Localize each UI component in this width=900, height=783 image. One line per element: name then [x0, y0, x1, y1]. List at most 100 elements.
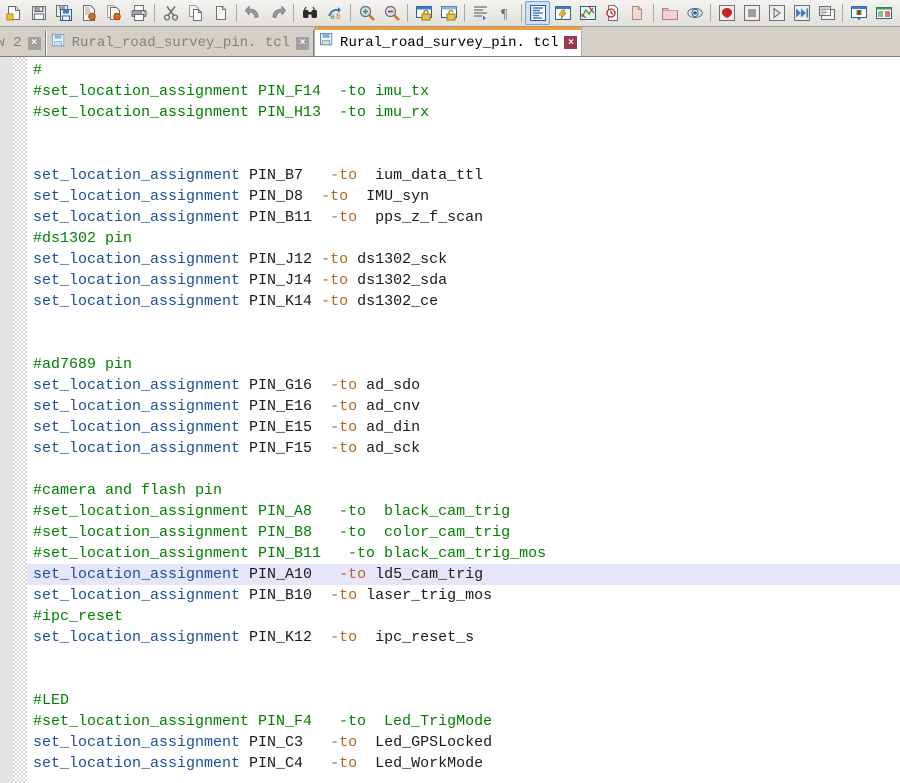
code-line[interactable]: set_location_assignment PIN_C3 -to Led_G…: [0, 732, 900, 753]
code-comment: #: [33, 62, 43, 79]
toolbar-indent-icon[interactable]: [468, 1, 493, 25]
toolbar-folder-icon[interactable]: [657, 1, 682, 25]
toolbar-open-page-icon[interactable]: [76, 1, 101, 25]
toolbar-save-all-icon[interactable]: [51, 1, 76, 25]
editor-tab[interactable]: ew 2 ×: [0, 30, 46, 56]
code-operator: -to: [321, 188, 358, 205]
code-signal: ium_data_ttl: [366, 167, 484, 184]
toolbar-outline-view-icon[interactable]: [525, 1, 550, 25]
code-pin: PIN_K12: [240, 629, 331, 646]
code-line[interactable]: #ad7689 pin: [0, 354, 900, 375]
code-line-blank[interactable]: [0, 669, 900, 690]
toolbar-undo-icon[interactable]: [240, 1, 265, 25]
report-icon: [630, 5, 646, 21]
code-comment: #set_location_assignment PIN_A8 -to blac…: [33, 503, 511, 520]
code-operator: -to: [330, 209, 367, 226]
code-line[interactable]: #set_location_assignment PIN_B8 -to colo…: [0, 522, 900, 543]
toolbar-fast-forward-icon[interactable]: [789, 1, 814, 25]
code-keyword: set_location_assignment: [33, 629, 241, 646]
close-icon[interactable]: ×: [27, 36, 41, 50]
toolbar-rtl-viewer-icon[interactable]: [682, 1, 707, 25]
toolbar-cut-icon[interactable]: [158, 1, 183, 25]
code-line[interactable]: set_location_assignment PIN_J14 -to ds13…: [0, 270, 900, 291]
code-operator: -to: [321, 755, 367, 772]
toolbar-stop-icon[interactable]: [739, 1, 764, 25]
code-line[interactable]: set_location_assignment PIN_E16 -to ad_c…: [0, 396, 900, 417]
code-line[interactable]: #set_location_assignment PIN_F14 -to imu…: [0, 81, 900, 102]
code-line-blank[interactable]: [0, 144, 900, 165]
stop-icon: [743, 5, 760, 21]
code-line-blank[interactable]: [0, 459, 900, 480]
text-editor[interactable]: # #set_location_assignment PIN_F14 -to im…: [0, 56, 900, 783]
toolbar-paragraph-marks-icon[interactable]: ¶: [493, 1, 518, 25]
code-line[interactable]: #set_location_assignment PIN_A8 -to blac…: [0, 501, 900, 522]
code-line[interactable]: set_location_assignment PIN_D8 -to IMU_s…: [0, 186, 900, 207]
new-file-icon: [6, 5, 22, 21]
toolbar-find-replace-icon[interactable]: ab: [322, 1, 347, 25]
toolbar-save-icon[interactable]: [26, 1, 51, 25]
toolbar-pin-planner-icon[interactable]: [846, 1, 871, 25]
code-line[interactable]: set_location_assignment PIN_J12 -to ds13…: [0, 249, 900, 270]
toolbar-report-icon[interactable]: [625, 1, 650, 25]
toolbar-unlock-pane-icon[interactable]: [436, 1, 461, 25]
editor-tab-active[interactable]: Rural_road_survey_pin. tcl ×: [314, 27, 583, 56]
code-content[interactable]: # #set_location_assignment PIN_F14 -to im…: [0, 57, 900, 774]
code-line[interactable]: #camera and flash pin: [0, 480, 900, 501]
code-line[interactable]: #ipc_reset: [0, 606, 900, 627]
code-signal: ad_din: [366, 419, 421, 436]
close-icon[interactable]: ×: [564, 36, 578, 49]
code-line[interactable]: set_location_assignment PIN_B11 -to pps_…: [0, 207, 900, 228]
code-line[interactable]: set_location_assignment PIN_K12 -to ipc_…: [0, 627, 900, 648]
code-line[interactable]: set_location_assignment PIN_F15 -to ad_s…: [0, 438, 900, 459]
calculator-icon: [818, 5, 835, 21]
toolbar-zoom-out-icon[interactable]: [379, 1, 404, 25]
code-line[interactable]: set_location_assignment PIN_C4 -to Led_W…: [0, 753, 900, 774]
code-line-blank[interactable]: [0, 123, 900, 144]
toolbar-record-icon[interactable]: [714, 1, 739, 25]
code-operator: -to: [321, 419, 367, 436]
code-line-blank[interactable]: [0, 333, 900, 354]
toolbar-play-icon[interactable]: [764, 1, 789, 25]
code-line[interactable]: set_location_assignment PIN_E15 -to ad_d…: [0, 417, 900, 438]
code-line-blank[interactable]: [0, 312, 900, 333]
unlock-pane-icon: [440, 5, 457, 21]
toolbar-redo-icon[interactable]: [265, 1, 290, 25]
code-line[interactable]: #ds1302 pin: [0, 228, 900, 249]
toolbar-compile-design-icon[interactable]: [550, 1, 575, 25]
code-line[interactable]: #set_location_assignment PIN_H13 -to imu…: [0, 102, 900, 123]
toolbar-new-file-icon[interactable]: [1, 1, 26, 25]
code-signal: ld5_cam_trig: [375, 566, 484, 583]
toolbar-separator: [653, 4, 654, 22]
toolbar-copy-icon[interactable]: [183, 1, 208, 25]
code-line[interactable]: #: [0, 60, 900, 81]
save-all-icon: [55, 5, 72, 21]
toolbar-timing-analyzer-icon[interactable]: [600, 1, 625, 25]
code-line-blank[interactable]: [0, 648, 900, 669]
code-keyword: set_location_assignment: [33, 377, 241, 394]
code-line[interactable]: set_location_assignment PIN_G16 -to ad_s…: [0, 375, 900, 396]
toolbar-open-all-pages-icon[interactable]: [101, 1, 126, 25]
toolbar-separator: [842, 4, 843, 22]
editor-tab[interactable]: Rural_road_survey_pin. tcl ×: [45, 30, 315, 56]
code-signal: Led_WorkMode: [366, 755, 484, 772]
code-pin: PIN_B10: [240, 587, 331, 604]
code-line[interactable]: #set_location_assignment PIN_B11 -to bla…: [0, 543, 900, 564]
toolbar-find-icon[interactable]: [297, 1, 322, 25]
code-line[interactable]: set_location_assignment PIN_B10 -to lase…: [0, 585, 900, 606]
toolbar-calculator-icon[interactable]: [814, 1, 839, 25]
toolbar-zoom-in-icon[interactable]: [354, 1, 379, 25]
lock-pane-icon: [415, 5, 432, 21]
code-keyword: set_location_assignment: [33, 734, 241, 751]
zoom-in-icon: [359, 5, 375, 21]
code-line[interactable]: set_location_assignment PIN_K14 -to ds13…: [0, 291, 900, 312]
toolbar-paste-icon[interactable]: [208, 1, 233, 25]
code-line-current[interactable]: set_location_assignment PIN_A10 -to ld5_…: [27, 564, 900, 585]
code-line[interactable]: #LED: [0, 690, 900, 711]
code-line[interactable]: #set_location_assignment PIN_F4 -to Led_…: [0, 711, 900, 732]
code-line[interactable]: set_location_assignment PIN_B7 -to ium_d…: [0, 165, 900, 186]
toolbar-assignment-editor-icon[interactable]: [871, 1, 896, 25]
toolbar-print-icon[interactable]: [126, 1, 151, 25]
toolbar-lock-pane-icon[interactable]: [411, 1, 436, 25]
toolbar-chip-planner-icon[interactable]: [575, 1, 600, 25]
close-icon[interactable]: ×: [296, 36, 310, 50]
